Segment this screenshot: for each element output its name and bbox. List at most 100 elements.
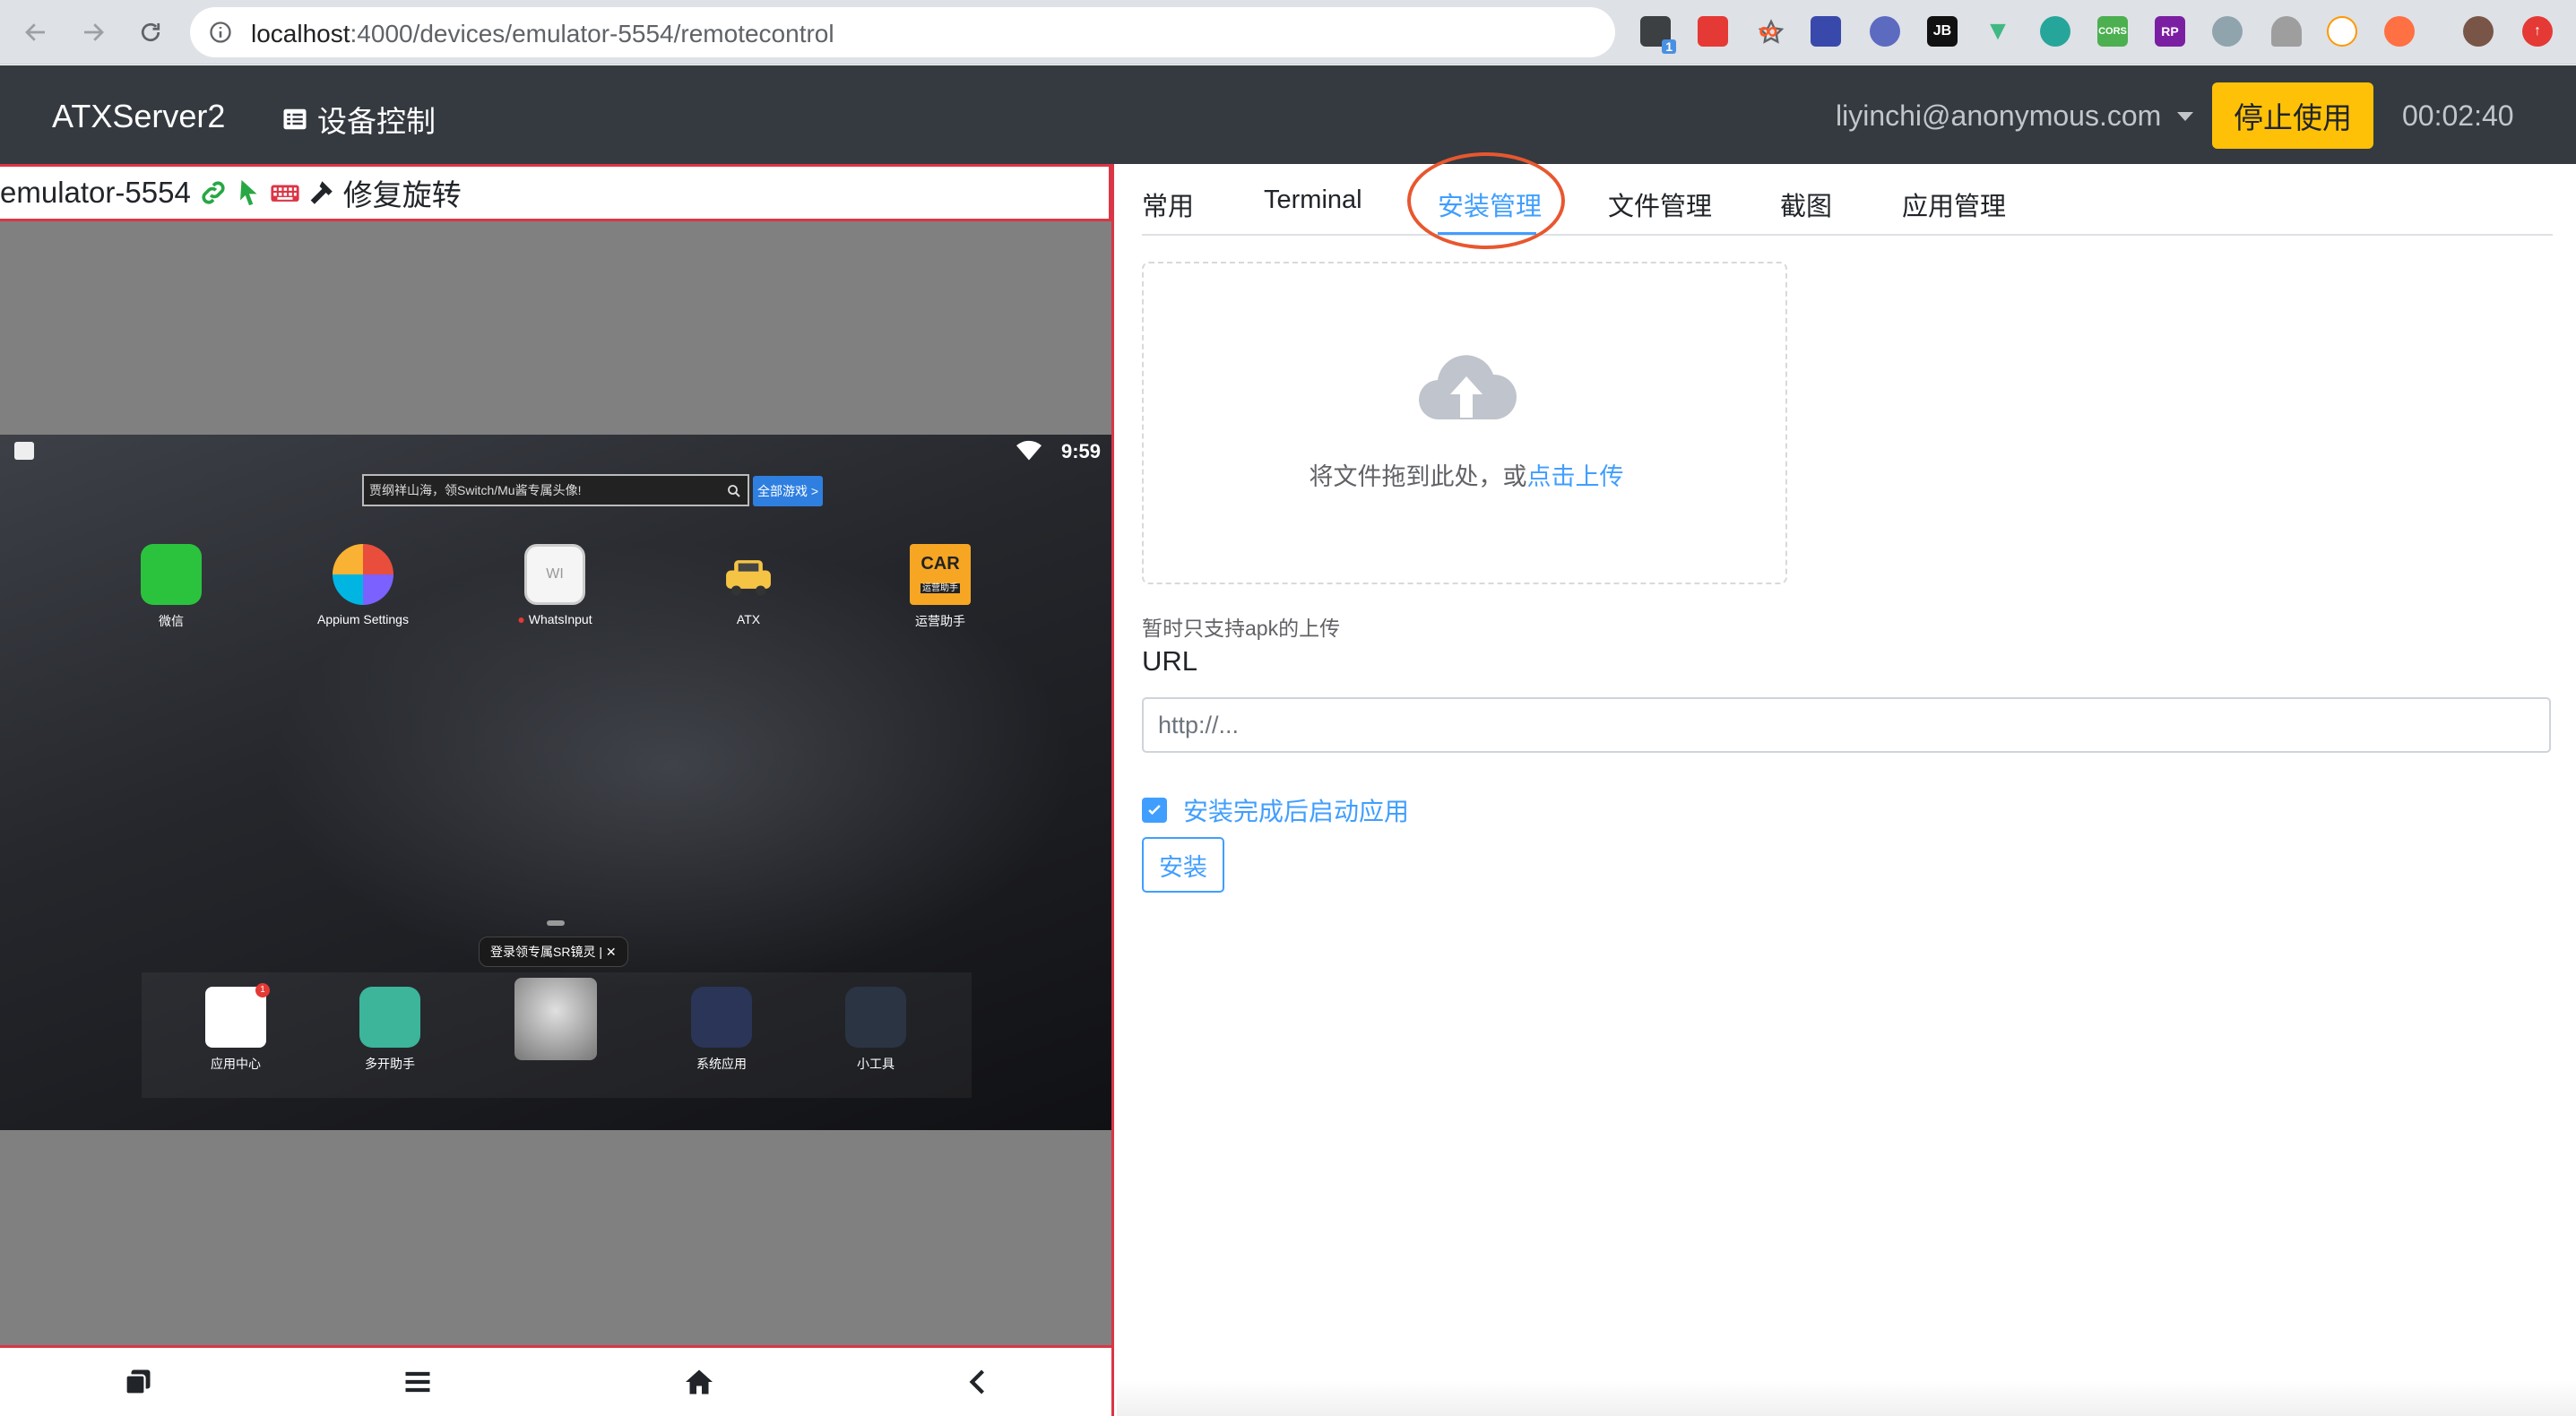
install-button[interactable]: 安装 (1142, 837, 1224, 893)
launcher-search-text: 贾纲祥山海，领Switch/Mu酱专属头像! (369, 483, 582, 497)
url-host: localhost (251, 20, 350, 47)
app-tools[interactable]: 小工具 (808, 987, 943, 1073)
app-label: 小工具 (857, 1057, 895, 1071)
list-icon (283, 108, 307, 130)
app-whatsinput[interactable]: WI ● WhatsInput (488, 544, 622, 626)
brand-link[interactable]: ATXServer2 (52, 98, 225, 135)
keyboard-icon[interactable] (270, 177, 300, 208)
all-games-button[interactable]: 全部游戏 > (753, 476, 823, 506)
forward-button[interactable] (72, 11, 115, 54)
url-text[interactable]: localhost:4000/devices/emulator-5554/rem… (251, 20, 834, 48)
extension-jb-icon[interactable]: JB (1927, 16, 1958, 47)
app-multi-open[interactable]: 多开助手 (323, 987, 457, 1073)
address-bar[interactable]: localhost:4000/devices/emulator-5554/rem… (190, 7, 1785, 57)
link-icon[interactable] (198, 177, 229, 208)
car-icon: CAR 运营助手 (910, 544, 971, 605)
system-apps-folder-icon (691, 987, 752, 1048)
tab-app-management[interactable]: 应用管理 (1902, 186, 2006, 223)
app-app-center[interactable]: 1 应用中心 (169, 983, 303, 1073)
app-label: 应用中心 (211, 1057, 261, 1071)
tab-terminal[interactable]: Terminal (1264, 186, 1362, 215)
user-dropdown[interactable]: liyinchi@anonymous.com (1836, 99, 2194, 133)
extension-disabled-icon[interactable] (2271, 16, 2302, 47)
car-icon-text: CAR (921, 554, 960, 574)
app-appium-settings[interactable]: Appium Settings (296, 544, 430, 626)
store-bag-icon: 1 (205, 983, 270, 1048)
app-label: 多开助手 (365, 1057, 415, 1071)
promo-tooltip[interactable]: 登录领专属SR镜灵 | ✕ (479, 937, 628, 967)
app-label: 运营助手 (915, 614, 965, 628)
caret-down-icon (2177, 111, 2194, 121)
menu-icon (405, 1371, 430, 1393)
extension-image-icon[interactable] (1811, 16, 1841, 47)
app-atx[interactable]: ATX (681, 544, 816, 626)
reload-button[interactable] (129, 11, 172, 54)
update-icon[interactable]: ↑ (2522, 16, 2553, 47)
stop-using-button[interactable]: 停止使用 (2212, 82, 2373, 149)
app-system-apps[interactable]: 系统应用 (654, 987, 789, 1073)
home-icon (686, 1369, 713, 1394)
extension-cors-icon[interactable]: CORS (2097, 16, 2128, 47)
launcher-search-input[interactable]: 贾纲祥山海，领Switch/Mu酱专属头像! (362, 474, 749, 506)
click-to-upload-link[interactable]: 点击上传 (1527, 463, 1624, 490)
device-nav-bar (0, 1345, 1111, 1416)
info-icon[interactable] (208, 20, 233, 45)
tab-screenshot[interactable]: 截图 (1780, 186, 1832, 223)
device-screen[interactable]: 9:59 贾纲祥山海，领Switch/Mu酱专属头像! 全部游戏 > 微信 Ap… (0, 435, 1111, 1130)
back-button[interactable] (14, 11, 57, 54)
app-label: ATX (736, 612, 761, 626)
recent-apps-button[interactable] (118, 1362, 158, 1402)
url-path: :4000/devices/emulator-5554/remotecontro… (350, 20, 834, 47)
extension-gear-icon[interactable] (2040, 16, 2070, 47)
extension-yandex-icon[interactable] (2327, 16, 2357, 47)
wifi-icon (1016, 440, 1042, 461)
hammer-icon[interactable] (306, 177, 336, 208)
extension-video-icon[interactable]: 1 (1640, 16, 1676, 54)
back-nav-button[interactable] (959, 1362, 998, 1402)
recent-apps-icon (125, 1369, 151, 1395)
appium-icon (333, 544, 393, 605)
wechat-icon (141, 544, 202, 605)
upload-tip: 暂时只支持apk的上传 (1142, 617, 1341, 640)
device-control-link[interactable]: 设备控制 (281, 98, 436, 141)
extension-infinity-icon[interactable]: ∞ (1753, 16, 1784, 47)
app-navbar: ATXServer2 设备控制 liyinchi@anonymous.com 停… (0, 65, 2576, 164)
drawer-handle[interactable] (547, 920, 565, 926)
extension-red-icon[interactable] (1698, 16, 1728, 47)
url-input[interactable] (1142, 697, 2551, 753)
extension-lifebuoy-icon[interactable] (2384, 16, 2415, 47)
extension-stylus-icon[interactable] (2212, 16, 2243, 47)
home-button[interactable] (679, 1362, 719, 1402)
extension-badge: 1 (1662, 39, 1676, 54)
chevron-left-icon (969, 1369, 984, 1394)
search-icon (728, 485, 740, 497)
checkbox-checked-icon[interactable] (1142, 798, 1167, 823)
multi-open-icon (359, 987, 420, 1048)
arrow-right-icon (84, 23, 104, 41)
page-bottom-edge (1117, 1380, 2576, 1416)
notification-icon (14, 442, 34, 460)
profile-avatar[interactable] (2463, 16, 2494, 47)
device-name: emulator-5554 (0, 176, 191, 209)
cursor-icon[interactable] (234, 177, 264, 208)
fix-rotation-label[interactable]: 修复旋转 (343, 171, 462, 214)
app-wechat[interactable]: 微信 (104, 544, 238, 630)
arrow-left-icon (25, 23, 45, 41)
android-status-bar: 9:59 (0, 435, 1111, 467)
game-portrait-icon (514, 978, 597, 1060)
app-operation-helper[interactable]: CAR 运营助手 运营助手 (873, 544, 1007, 630)
extension-vue-icon[interactable]: ▼ (1983, 16, 2013, 47)
status-time: 9:59 (1060, 440, 1101, 462)
tab-file-management[interactable]: 文件管理 (1608, 186, 1712, 223)
menu-button[interactable] (398, 1362, 437, 1402)
app-label: WhatsInput (528, 612, 592, 626)
tab-common[interactable]: 常用 (1142, 186, 1194, 223)
app-avatar-game[interactable] (488, 978, 623, 1067)
session-timer: 00:02:40 (2402, 99, 2514, 132)
keyboard-app-icon: WI (524, 544, 585, 605)
device-tools (198, 177, 336, 208)
upload-dropzone[interactable]: 将文件拖到此处，或点击上传 (1142, 262, 1787, 584)
extension-rp-icon[interactable]: RP (2155, 16, 2185, 47)
launch-after-install-checkbox[interactable]: 安装完成后启动应用 (1142, 792, 1409, 828)
extension-globe-icon[interactable] (1870, 16, 1900, 47)
